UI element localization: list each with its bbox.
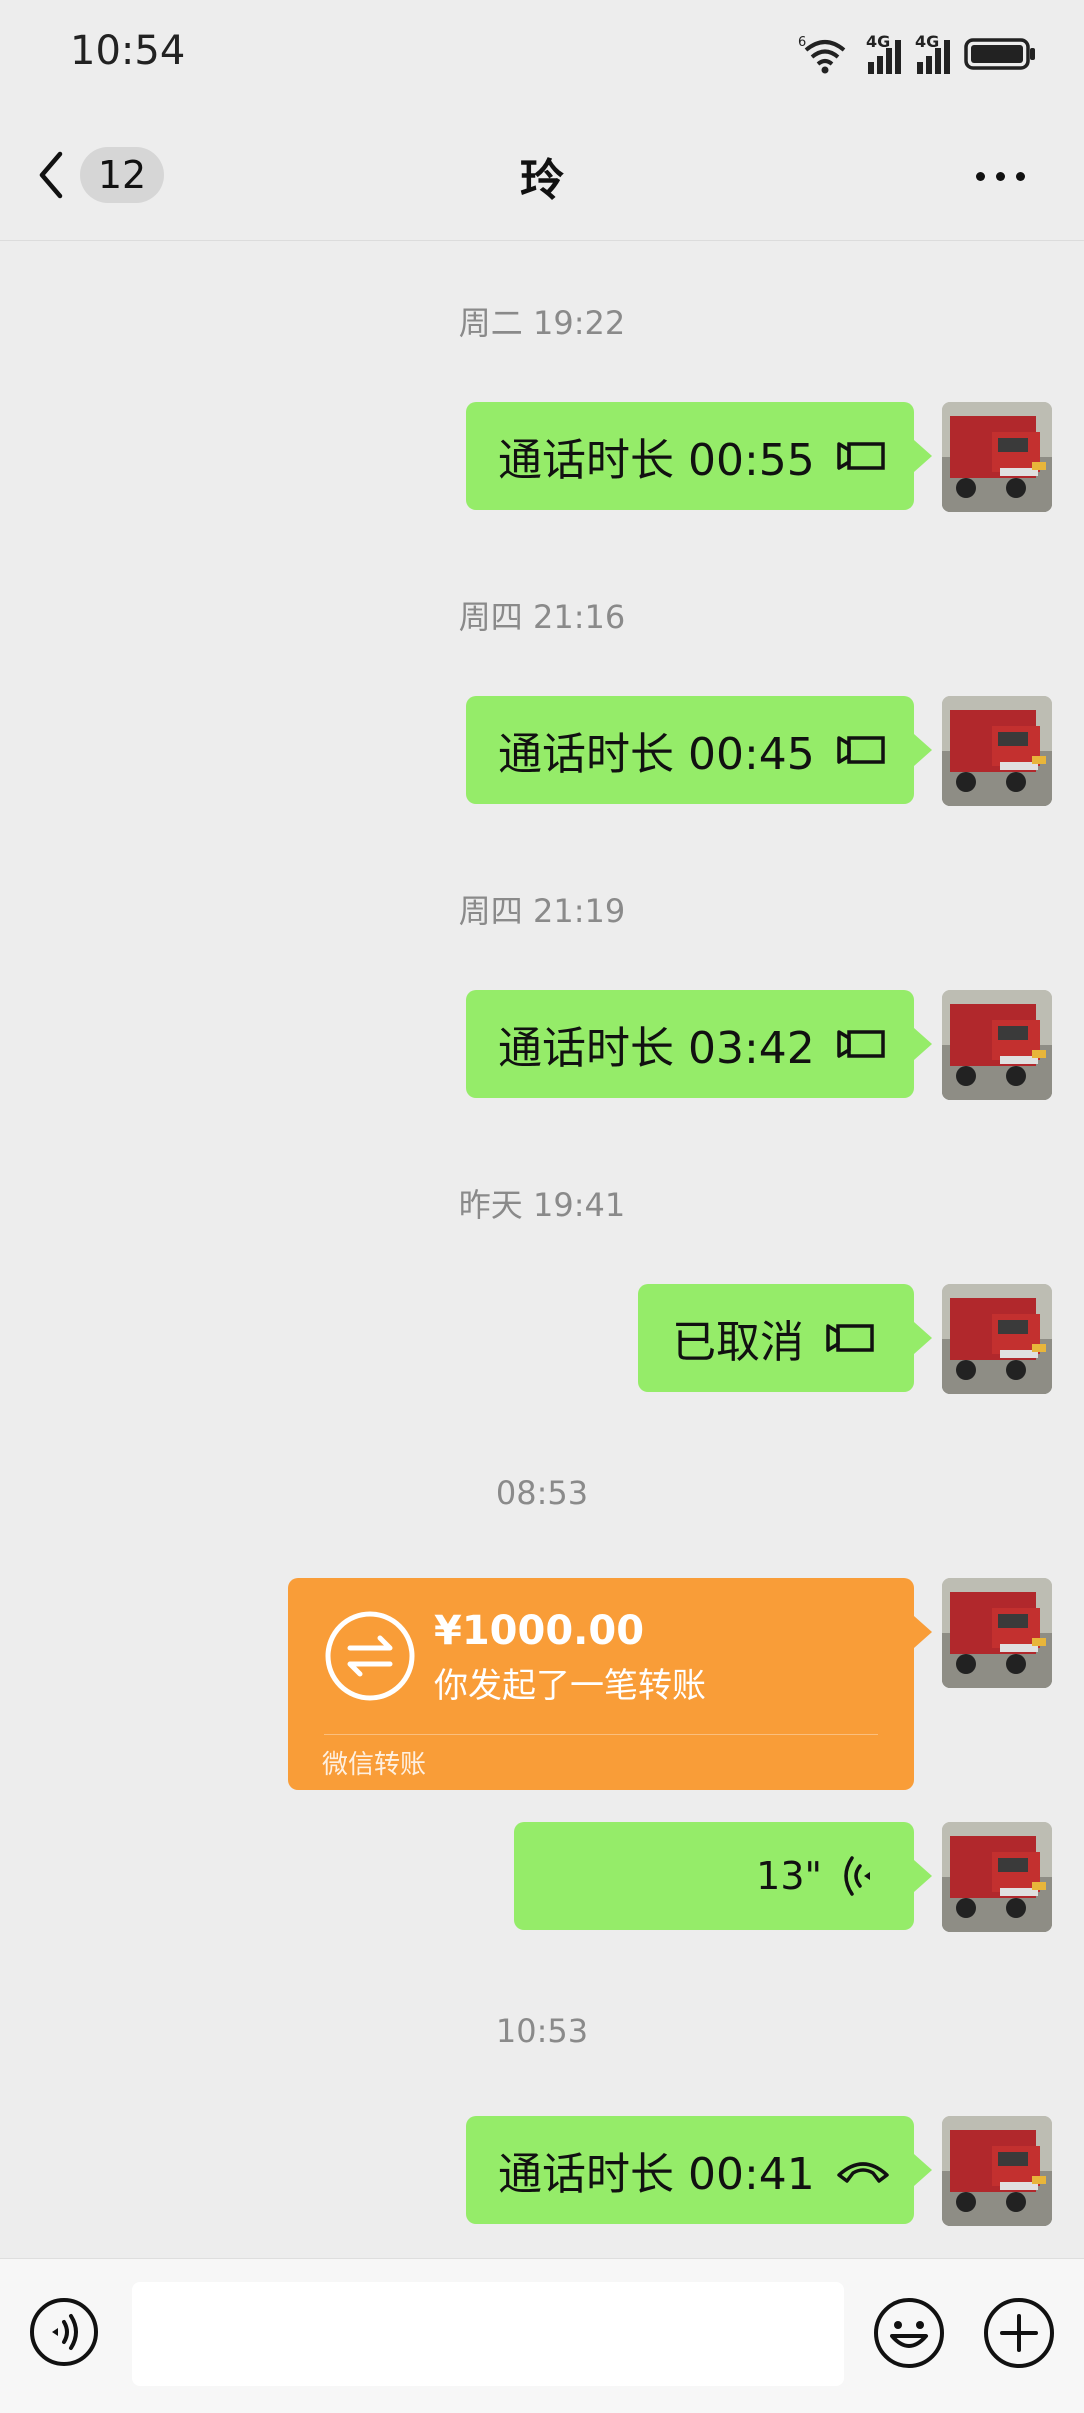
timestamp: 周四 21:19	[458, 892, 626, 930]
video-camera-icon	[837, 736, 885, 764]
video-camera-icon	[826, 1324, 874, 1352]
truck-avatar-image	[942, 990, 1052, 1100]
wifi-icon: 6	[798, 35, 846, 74]
transfer-arrows-icon	[325, 1611, 415, 1701]
truck-avatar-image	[942, 1284, 1052, 1394]
avatar[interactable]	[942, 990, 1052, 1100]
more-dot-icon	[976, 171, 985, 181]
avatar[interactable]	[942, 1578, 1052, 1688]
video-call-cancelled-message[interactable]: 已取消	[638, 1284, 932, 1392]
call-duration-text: 通话时长 00:41	[498, 2149, 815, 2200]
message-input[interactable]	[132, 2282, 844, 2386]
network-1-label: 4G	[866, 32, 891, 51]
status-time: 10:54	[70, 28, 186, 74]
avatar[interactable]	[942, 2116, 1052, 2226]
video-camera-icon	[837, 442, 885, 470]
call-duration-text: 通话时长 00:45	[498, 729, 815, 780]
voice-wave-icon	[844, 1856, 870, 1896]
svg-text:6: 6	[798, 35, 806, 50]
avatar[interactable]	[942, 1822, 1052, 1932]
transfer-label: 微信转账	[322, 1750, 427, 1780]
battery-icon	[964, 38, 1035, 70]
avatar[interactable]	[942, 1284, 1052, 1394]
more-options-button[interactable]	[976, 170, 1036, 182]
truck-avatar-image	[942, 402, 1052, 512]
network-2-label: 4G	[915, 32, 940, 51]
more-dot-icon	[1016, 171, 1025, 181]
truck-avatar-image	[942, 2116, 1052, 2226]
transfer-amount: ¥1000.00	[434, 1608, 645, 1654]
transfer-divider	[324, 1734, 878, 1735]
video-call-message[interactable]: 通话时长 00:45	[466, 696, 932, 804]
transfer-card[interactable]: ¥1000.00 你发起了一笔转账 微信转账	[288, 1578, 932, 1790]
voice-input-button[interactable]	[28, 2296, 100, 2368]
call-duration-text: 通话时长 00:55	[498, 435, 815, 486]
emoji-button[interactable]	[872, 2296, 946, 2370]
voice-message[interactable]: 13"	[514, 1822, 932, 1930]
signal-2-icon: 4G	[915, 32, 950, 74]
voice-duration: 13"	[756, 1854, 822, 1898]
video-camera-icon	[837, 1030, 885, 1058]
timestamp: 10:53	[495, 2012, 589, 2050]
avatar[interactable]	[942, 402, 1052, 512]
call-status-text: 已取消	[672, 1317, 804, 1368]
add-more-button[interactable]	[982, 2296, 1056, 2370]
signal-1-icon: 4G	[866, 32, 901, 74]
timestamp: 周四 21:16	[458, 598, 626, 636]
status-icons: 6 4G 4G	[798, 30, 1036, 78]
phone-hangup-icon	[837, 2162, 889, 2183]
truck-avatar-image	[942, 696, 1052, 806]
timestamp: 08:53	[495, 1474, 589, 1512]
more-dot-icon	[996, 171, 1005, 181]
call-duration-text: 通话时长 03:42	[498, 1023, 815, 1074]
avatar[interactable]	[942, 696, 1052, 806]
video-call-message[interactable]: 通话时长 03:42	[466, 990, 932, 1098]
timestamp: 周二 19:22	[458, 304, 626, 342]
transfer-description: 你发起了一笔转账	[434, 1666, 706, 1706]
truck-avatar-image	[942, 1578, 1052, 1688]
video-call-message[interactable]: 通话时长 00:55	[466, 402, 932, 510]
timestamp: 昨天 19:41	[458, 1186, 626, 1224]
truck-avatar-image	[942, 1822, 1052, 1932]
voice-call-message[interactable]: 通话时长 00:41	[466, 2116, 932, 2224]
chat-title: 玲	[520, 155, 564, 206]
